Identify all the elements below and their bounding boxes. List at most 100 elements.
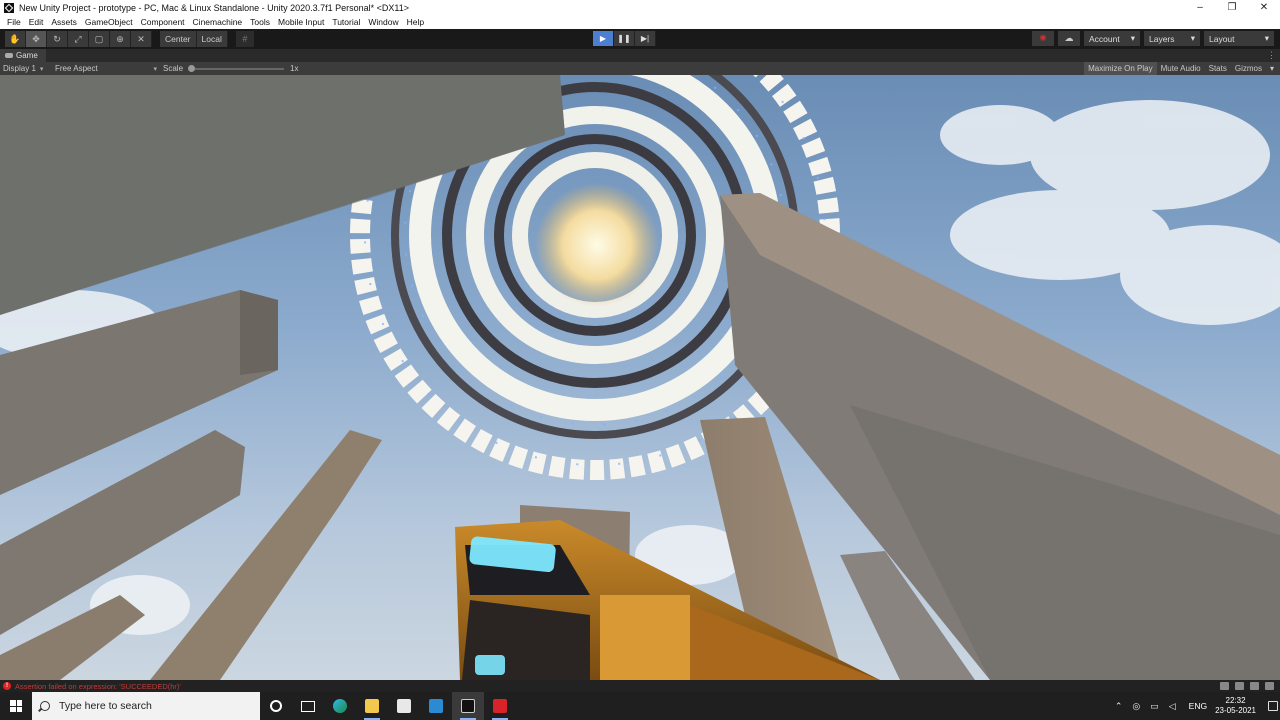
transform-tool-icon[interactable]: ⊕: [110, 31, 131, 47]
minimize-button[interactable]: –: [1184, 0, 1216, 15]
menu-cinemachine[interactable]: Cinemachine: [189, 17, 247, 27]
toolbar-right: ✺ ☁ Account ▾ Layers ▾ Layout ▾: [1028, 31, 1274, 46]
debug-mode-icon[interactable]: [1265, 682, 1274, 690]
store-icon[interactable]: [388, 692, 420, 720]
console-status-bar[interactable]: ! Assertion failed on expression: 'SUCCE…: [0, 680, 1280, 692]
task-view-icon[interactable]: [292, 692, 324, 720]
transform-tools: ✋ ✥ ↻ ⤢ ▢ ⊕ ✕: [5, 31, 152, 47]
grid-snap-icon[interactable]: #: [235, 31, 254, 47]
stats-toggle[interactable]: Stats: [1205, 62, 1231, 75]
menu-help[interactable]: Help: [403, 17, 428, 27]
notification-icon[interactable]: [1266, 692, 1280, 720]
hand-tool-icon[interactable]: ✋: [5, 31, 26, 47]
pivot-space-toggle[interactable]: Local: [196, 31, 228, 47]
chevron-down-icon: ▾: [153, 65, 157, 73]
cache-server-icon[interactable]: [1250, 682, 1259, 690]
game-scene: [0, 75, 1280, 680]
menu-edit[interactable]: Edit: [25, 17, 48, 27]
game-view-controls: Display 1 ▾ Free Aspect ▾ Scale 1x Maxim…: [0, 62, 1280, 75]
menu-mobile-input[interactable]: Mobile Input: [274, 17, 328, 27]
glowing-core: [535, 183, 659, 307]
aspect-dropdown[interactable]: Free Aspect ▾: [52, 62, 160, 75]
menu-component[interactable]: Component: [137, 17, 189, 27]
layers-dropdown[interactable]: Layers ▾: [1144, 31, 1200, 46]
custom-tool-icon[interactable]: ✕: [131, 31, 152, 47]
layout-dropdown[interactable]: Layout ▾: [1204, 31, 1274, 46]
scale-slider-handle[interactable]: [188, 64, 196, 72]
pivot-mode-label: Center: [165, 34, 191, 44]
chevron-down-icon: ▾: [1264, 33, 1269, 43]
collab-icon[interactable]: ✺: [1032, 31, 1054, 46]
console-message[interactable]: Assertion failed on expression: 'SUCCEED…: [15, 682, 181, 691]
rect-tool-icon[interactable]: ▢: [89, 31, 110, 47]
play-button[interactable]: ▶: [593, 31, 614, 46]
battery-icon[interactable]: ▭: [1150, 701, 1159, 712]
close-button[interactable]: ✕: [1248, 0, 1280, 15]
mute-audio-toggle[interactable]: Mute Audio: [1157, 62, 1205, 75]
account-dropdown[interactable]: Account ▾: [1084, 31, 1140, 46]
window-controls: – ❐ ✕: [1184, 0, 1280, 15]
aspect-label: Free Aspect: [55, 64, 98, 73]
progress-icon[interactable]: [1235, 682, 1244, 690]
cortana-icon[interactable]: [260, 692, 292, 720]
menu-bar: File Edit Assets GameObject Component Ci…: [0, 15, 1280, 29]
windows-taskbar: Type here to search ⌃ ◎ ▭ ◁ ENG 22:32 23…: [0, 692, 1280, 720]
restore-button[interactable]: ❐: [1216, 0, 1248, 15]
game-app-icon[interactable]: [484, 692, 516, 720]
edge-browser-icon[interactable]: [324, 692, 356, 720]
clock[interactable]: 22:32 23-05-2021: [1215, 696, 1256, 716]
auto-generate-lighting-icon[interactable]: [1220, 682, 1229, 690]
game-viewport[interactable]: [0, 75, 1280, 680]
kebab-menu-icon[interactable]: ⋮: [1267, 50, 1276, 61]
display-dropdown[interactable]: Display 1 ▾: [0, 62, 52, 75]
layout-label: Layout: [1209, 33, 1235, 44]
game-view-options: Maximize On Play Mute Audio Stats Gizmos…: [1084, 62, 1278, 75]
file-explorer-icon[interactable]: [356, 692, 388, 720]
title-bar: New Unity Project - prototype - PC, Mac …: [0, 0, 1280, 15]
windows-start-icon[interactable]: [0, 692, 32, 720]
main-toolbar: ✋ ✥ ↻ ⤢ ▢ ⊕ ✕ Center Local # ▶ ❚❚ ▶| ✺ ☁…: [0, 29, 1280, 49]
layers-label: Layers: [1149, 33, 1175, 44]
scale-control: Scale 1x: [160, 62, 298, 75]
account-label: Account: [1089, 33, 1120, 44]
game-tab-bar: Game ⋮: [0, 49, 1280, 62]
status-icons: [1214, 682, 1274, 690]
scale-slider[interactable]: [188, 64, 285, 72]
pivot-mode-toggle[interactable]: Center: [160, 31, 197, 47]
gizmos-dropdown[interactable]: Gizmos: [1231, 62, 1266, 75]
pause-button[interactable]: ❚❚: [614, 31, 635, 46]
chevron-down-icon[interactable]: ▾: [1266, 62, 1278, 75]
menu-window[interactable]: Window: [364, 17, 402, 27]
chevron-down-icon: ▾: [39, 65, 44, 73]
menu-gameobject[interactable]: GameObject: [81, 17, 137, 27]
unity-editor-icon[interactable]: [452, 692, 484, 720]
step-button[interactable]: ▶|: [635, 31, 656, 46]
menu-file[interactable]: File: [3, 17, 25, 27]
menu-tutorial[interactable]: Tutorial: [328, 17, 364, 27]
scale-tool-icon[interactable]: ⤢: [68, 31, 89, 47]
volume-icon[interactable]: ◁: [1169, 701, 1176, 712]
menu-tools[interactable]: Tools: [246, 17, 274, 27]
chevron-up-icon[interactable]: ⌃: [1115, 701, 1123, 712]
cloud-icon[interactable]: ☁: [1058, 31, 1080, 46]
chevron-down-icon: ▾: [1190, 33, 1195, 43]
menu-assets[interactable]: Assets: [47, 17, 81, 27]
rotate-tool-icon[interactable]: ↻: [47, 31, 68, 47]
search-icon: [40, 701, 50, 711]
clock-time: 22:32: [1225, 696, 1246, 705]
move-tool-icon[interactable]: ✥: [26, 31, 47, 47]
scale-value: 1x: [290, 64, 299, 73]
clock-date: 23-05-2021: [1215, 706, 1256, 715]
scale-label: Scale: [163, 64, 184, 73]
network-icon[interactable]: ◎: [1132, 701, 1140, 712]
window-title: New Unity Project - prototype - PC, Mac …: [19, 2, 410, 13]
maximize-on-play-toggle[interactable]: Maximize On Play: [1084, 62, 1157, 75]
search-placeholder: Type here to search: [59, 700, 152, 712]
language-indicator[interactable]: ENG: [1189, 701, 1207, 711]
pivot-space-label: Local: [201, 34, 222, 44]
play-controls: ▶ ❚❚ ▶|: [593, 31, 656, 46]
mail-icon[interactable]: [420, 692, 452, 720]
chevron-down-icon: ▾: [1130, 33, 1135, 43]
taskbar-search-box[interactable]: Type here to search: [32, 692, 260, 720]
tab-game[interactable]: Game: [0, 49, 46, 62]
